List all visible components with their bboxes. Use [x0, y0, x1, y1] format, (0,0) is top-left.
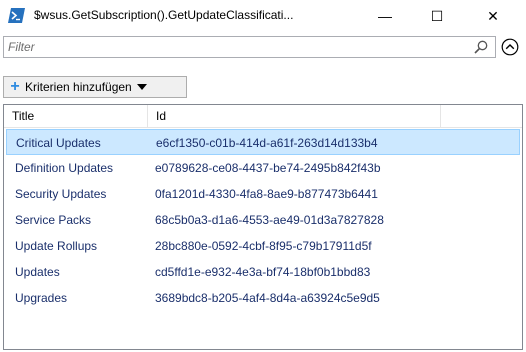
- table-row[interactable]: Update Rollups 28bc880e-0592-4cbf-8f95-c…: [6, 233, 520, 259]
- grid-rows: Critical Updates e6cf1350-c01b-414d-a61f…: [4, 129, 522, 311]
- table-row[interactable]: Upgrades 3689bdc8-b205-4af4-8d4a-a63924c…: [6, 285, 520, 311]
- cell-id: e0789628-ce08-4437-be74-2495b842f43b: [155, 161, 381, 175]
- cell-title: Upgrades: [15, 291, 68, 305]
- cell-title: Updates: [15, 265, 60, 279]
- maximize-button[interactable]: ☐: [414, 0, 460, 32]
- title-bar: $wsus.GetSubscription().GetUpdateClassif…: [0, 0, 526, 32]
- cell-id: 3689bdc8-b205-4af4-8d4a-a63924c5e9d5: [155, 291, 380, 305]
- close-icon: ✕: [487, 7, 499, 24]
- powershell-icon: [8, 8, 25, 23]
- plus-icon: +: [10, 78, 20, 95]
- maximize-icon: ☐: [430, 7, 444, 24]
- table-row[interactable]: Service Packs 68c5b0a3-d1a6-4553-ae49-01…: [6, 207, 520, 233]
- cell-id: cd5ffd1e-e932-4e3a-bf74-18bf0b1bbd83: [155, 265, 371, 279]
- cell-id: 28bc880e-0592-4cbf-8f95-c79b17911d5f: [155, 239, 372, 253]
- table-row[interactable]: Critical Updates e6cf1350-c01b-414d-a61f…: [6, 129, 520, 155]
- minimize-icon: —: [378, 8, 392, 24]
- window-title: $wsus.GetSubscription().GetUpdateClassif…: [34, 8, 294, 22]
- filter-input[interactable]: [8, 39, 463, 55]
- cell-title: Definition Updates: [15, 161, 114, 175]
- column-header-title[interactable]: Title: [4, 105, 148, 127]
- cell-id: 0fa1201d-4330-4fa8-8ae9-b877473b6441: [155, 187, 378, 201]
- cell-title: Critical Updates: [16, 136, 101, 150]
- filter-box: [3, 36, 496, 58]
- cell-title: Security Updates: [15, 187, 107, 201]
- cell-title: Update Rollups: [15, 239, 98, 253]
- chevron-up-circle-icon[interactable]: [501, 38, 519, 56]
- close-button[interactable]: ✕: [470, 0, 516, 32]
- table-row[interactable]: Definition Updates e0789628-ce08-4437-be…: [6, 155, 520, 181]
- cell-id: 68c5b0a3-d1a6-4553-ae49-01d3a7827828: [155, 213, 384, 227]
- add-criteria-label: Kriterien hinzufügen: [25, 80, 132, 94]
- column-header-filler: [441, 105, 522, 127]
- column-header-id[interactable]: Id: [148, 105, 441, 127]
- grid-header: Title Id: [4, 105, 522, 128]
- table-row[interactable]: Updates cd5ffd1e-e932-4e3a-bf74-18bf0b1b…: [6, 259, 520, 285]
- search-icon[interactable]: [473, 39, 489, 55]
- add-criteria-button[interactable]: + Kriterien hinzufügen: [3, 76, 187, 98]
- minimize-button[interactable]: —: [362, 0, 408, 32]
- results-grid: Title Id Critical Updates e6cf1350-c01b-…: [3, 104, 523, 350]
- table-row[interactable]: Security Updates 0fa1201d-4330-4fa8-8ae9…: [6, 181, 520, 207]
- chevron-down-icon: [136, 84, 147, 90]
- cell-id: e6cf1350-c01b-414d-a61f-263d14d133b4: [156, 136, 378, 150]
- cell-title: Service Packs: [15, 213, 92, 227]
